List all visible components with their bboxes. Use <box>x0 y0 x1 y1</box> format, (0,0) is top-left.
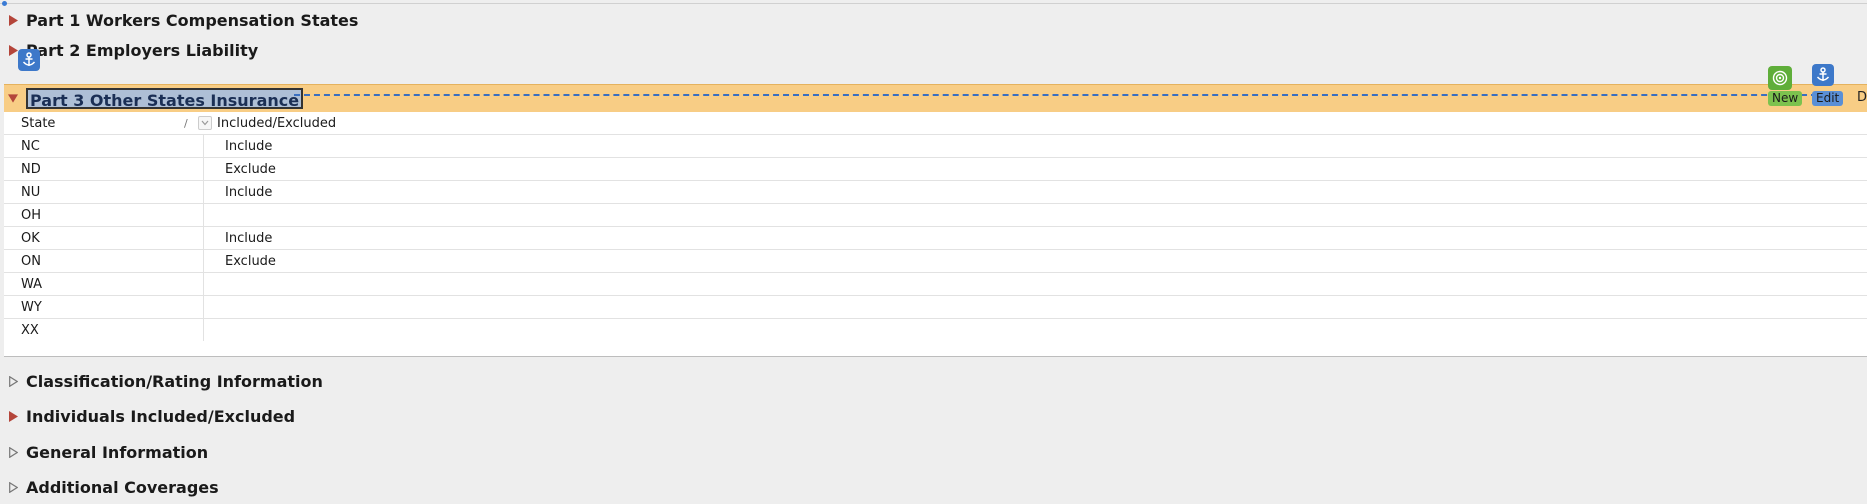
states-grid: State / Included/Excluded NC Include ND … <box>4 112 1867 357</box>
column-header-state[interactable]: State / <box>4 112 212 134</box>
grid-header: State / Included/Excluded <box>4 112 1867 134</box>
column-header-included-excluded[interactable]: Included/Excluded <box>204 116 1867 131</box>
dropdown-icon[interactable] <box>198 116 212 130</box>
section-classification-rating[interactable]: Classification/Rating Information <box>0 364 1867 398</box>
cell-state: WY <box>4 296 204 318</box>
cell-state: ON <box>4 250 204 272</box>
expand-arrow-icon[interactable] <box>8 446 18 458</box>
anchor-icon[interactable] <box>1812 64 1834 86</box>
section-title: General Information <box>26 442 209 462</box>
table-row[interactable]: XX <box>4 318 1867 341</box>
section-part3-header[interactable]: Part 3 Other States Insurance D <box>4 84 1867 113</box>
section-title: Additional Coverages <box>26 477 219 497</box>
collapse-arrow-icon[interactable] <box>8 93 18 105</box>
expand-arrow-icon[interactable] <box>8 14 18 26</box>
table-row[interactable]: OK Include <box>4 226 1867 249</box>
section-title: Individuals Included/Excluded <box>26 406 296 426</box>
cell-state: NU <box>4 181 204 203</box>
section-individuals-included-excluded[interactable]: Individuals Included/Excluded <box>0 399 1867 433</box>
table-row[interactable]: WY <box>4 295 1867 318</box>
cell-state: WA <box>4 273 204 295</box>
table-row[interactable]: NU Include <box>4 180 1867 203</box>
table-row[interactable]: OH <box>4 203 1867 226</box>
column-header-label: State <box>21 115 56 131</box>
section-title: Classification/Rating Information <box>26 371 323 391</box>
table-row[interactable]: ND Exclude <box>4 157 1867 180</box>
cell-included-excluded: Include <box>225 184 273 200</box>
section-title: Part 2 Employers Liability <box>26 40 259 60</box>
anchor-icon[interactable] <box>18 49 40 71</box>
cell-included-excluded: Include <box>225 230 273 246</box>
expand-arrow-icon[interactable] <box>8 481 18 493</box>
cell-state: OK <box>4 227 204 249</box>
cell-included-excluded: Include <box>225 138 273 154</box>
table-row[interactable]: NC Include <box>4 134 1867 157</box>
expand-arrow-icon[interactable] <box>8 44 18 56</box>
expand-arrow-icon[interactable] <box>8 410 18 422</box>
edit-button[interactable]: Edit <box>1812 91 1844 106</box>
sort-icon[interactable]: / <box>184 117 188 130</box>
cell-state: XX <box>4 319 204 341</box>
cell-state: NC <box>4 135 204 157</box>
table-row[interactable]: ON Exclude <box>4 249 1867 272</box>
cell-state: ND <box>4 158 204 180</box>
section-additional-coverages[interactable]: Additional Coverages <box>0 470 1867 504</box>
target-icon[interactable] <box>1768 66 1792 90</box>
section-part1[interactable]: Part 1 Workers Compensation States <box>0 3 1867 37</box>
table-row[interactable]: WA <box>4 272 1867 295</box>
expand-arrow-icon[interactable] <box>8 375 18 387</box>
section-general-information[interactable]: General Information <box>0 435 1867 469</box>
cell-state: OH <box>4 204 204 226</box>
truncated-text: D <box>1856 90 1867 105</box>
new-button[interactable]: New <box>1768 91 1803 106</box>
cell-included-excluded: Exclude <box>225 161 276 177</box>
anchor-guide-line <box>294 94 1817 96</box>
section-title: Part 1 Workers Compensation States <box>26 10 359 30</box>
cell-included-excluded: Exclude <box>225 253 276 269</box>
section-title-selected[interactable]: Part 3 Other States Insurance <box>26 88 304 110</box>
section-part2[interactable]: Part 2 Employers Liability <box>0 33 1867 67</box>
